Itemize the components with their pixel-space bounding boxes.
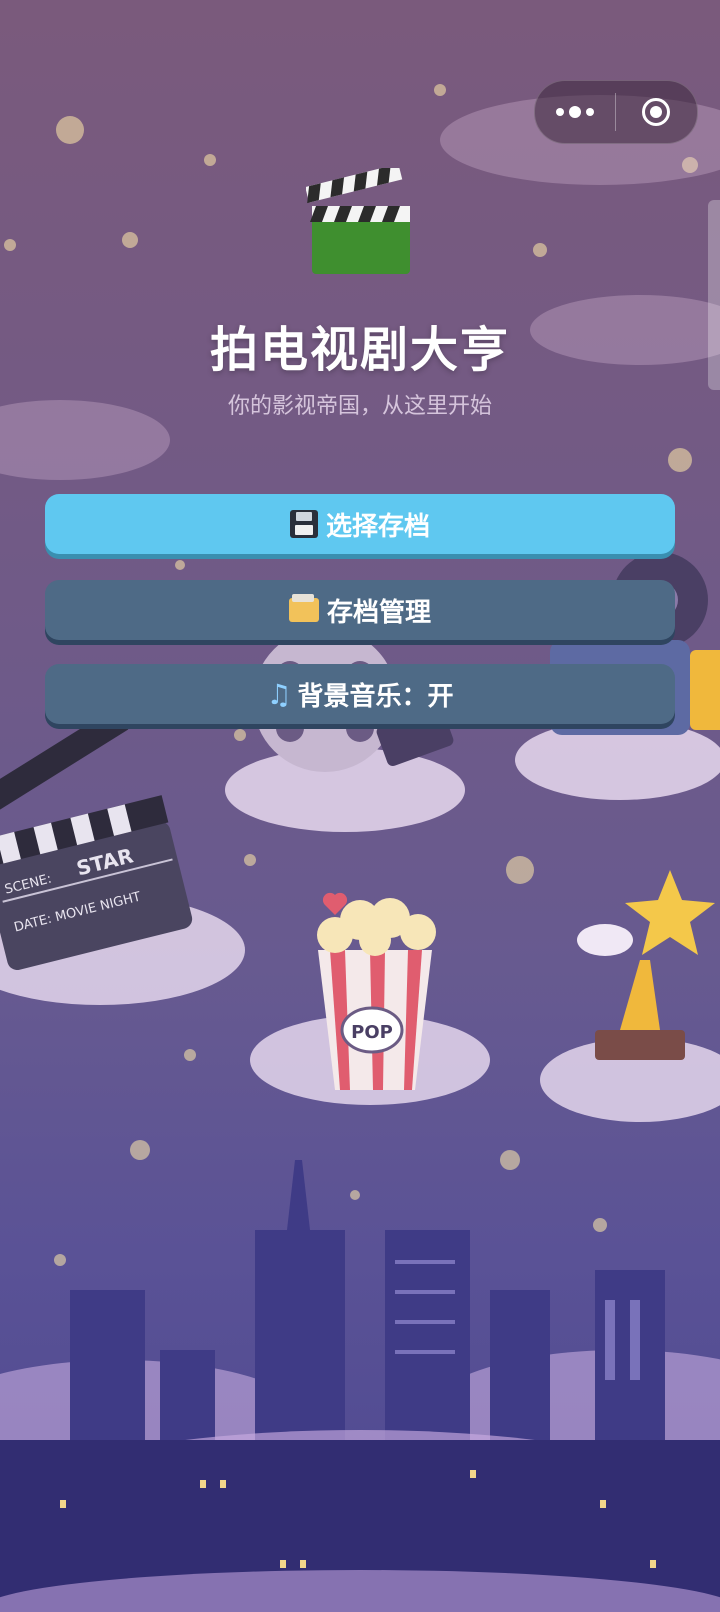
music-note-icon: ♫ xyxy=(266,677,292,711)
close-target-icon xyxy=(642,98,670,126)
select-save-label: 选择存档 xyxy=(325,511,430,542)
manage-save-button[interactable]: 存档管理 xyxy=(45,580,675,640)
manage-save-label: 存档管理 xyxy=(326,597,431,628)
music-toggle-button[interactable]: ♫ 背景音乐：开 xyxy=(45,664,675,724)
clapperboard-logo-icon xyxy=(306,168,410,274)
capsule-menu xyxy=(534,80,698,144)
film-reel-decoration xyxy=(225,628,465,832)
close-button[interactable] xyxy=(616,81,696,143)
city-skyline-decoration xyxy=(0,1160,720,1612)
music-toggle-label: 背景音乐：开 xyxy=(297,681,454,712)
app-title: 拍电视剧大亨 xyxy=(209,322,510,378)
floppy-disk-icon xyxy=(289,510,318,538)
popcorn-decoration: POP xyxy=(250,892,490,1105)
popcorn-pop-text: POP xyxy=(351,1022,393,1043)
background-clouds-top xyxy=(0,95,720,480)
clapperboard-decoration: SCENE: STAR DATE: MOVIE NIGHT xyxy=(0,707,245,1005)
more-icon xyxy=(556,106,594,118)
trophy-decoration xyxy=(540,870,720,1122)
folder-icon xyxy=(288,594,319,622)
app-subtitle: 你的影视帝国，从这里开始 xyxy=(227,394,492,419)
start-screen: SCENE: STAR DATE: MOVIE NIGHT POP 拍电视剧大亨… xyxy=(0,0,720,1612)
select-save-button[interactable]: 选择存档 xyxy=(45,494,675,554)
more-button[interactable] xyxy=(535,81,615,143)
